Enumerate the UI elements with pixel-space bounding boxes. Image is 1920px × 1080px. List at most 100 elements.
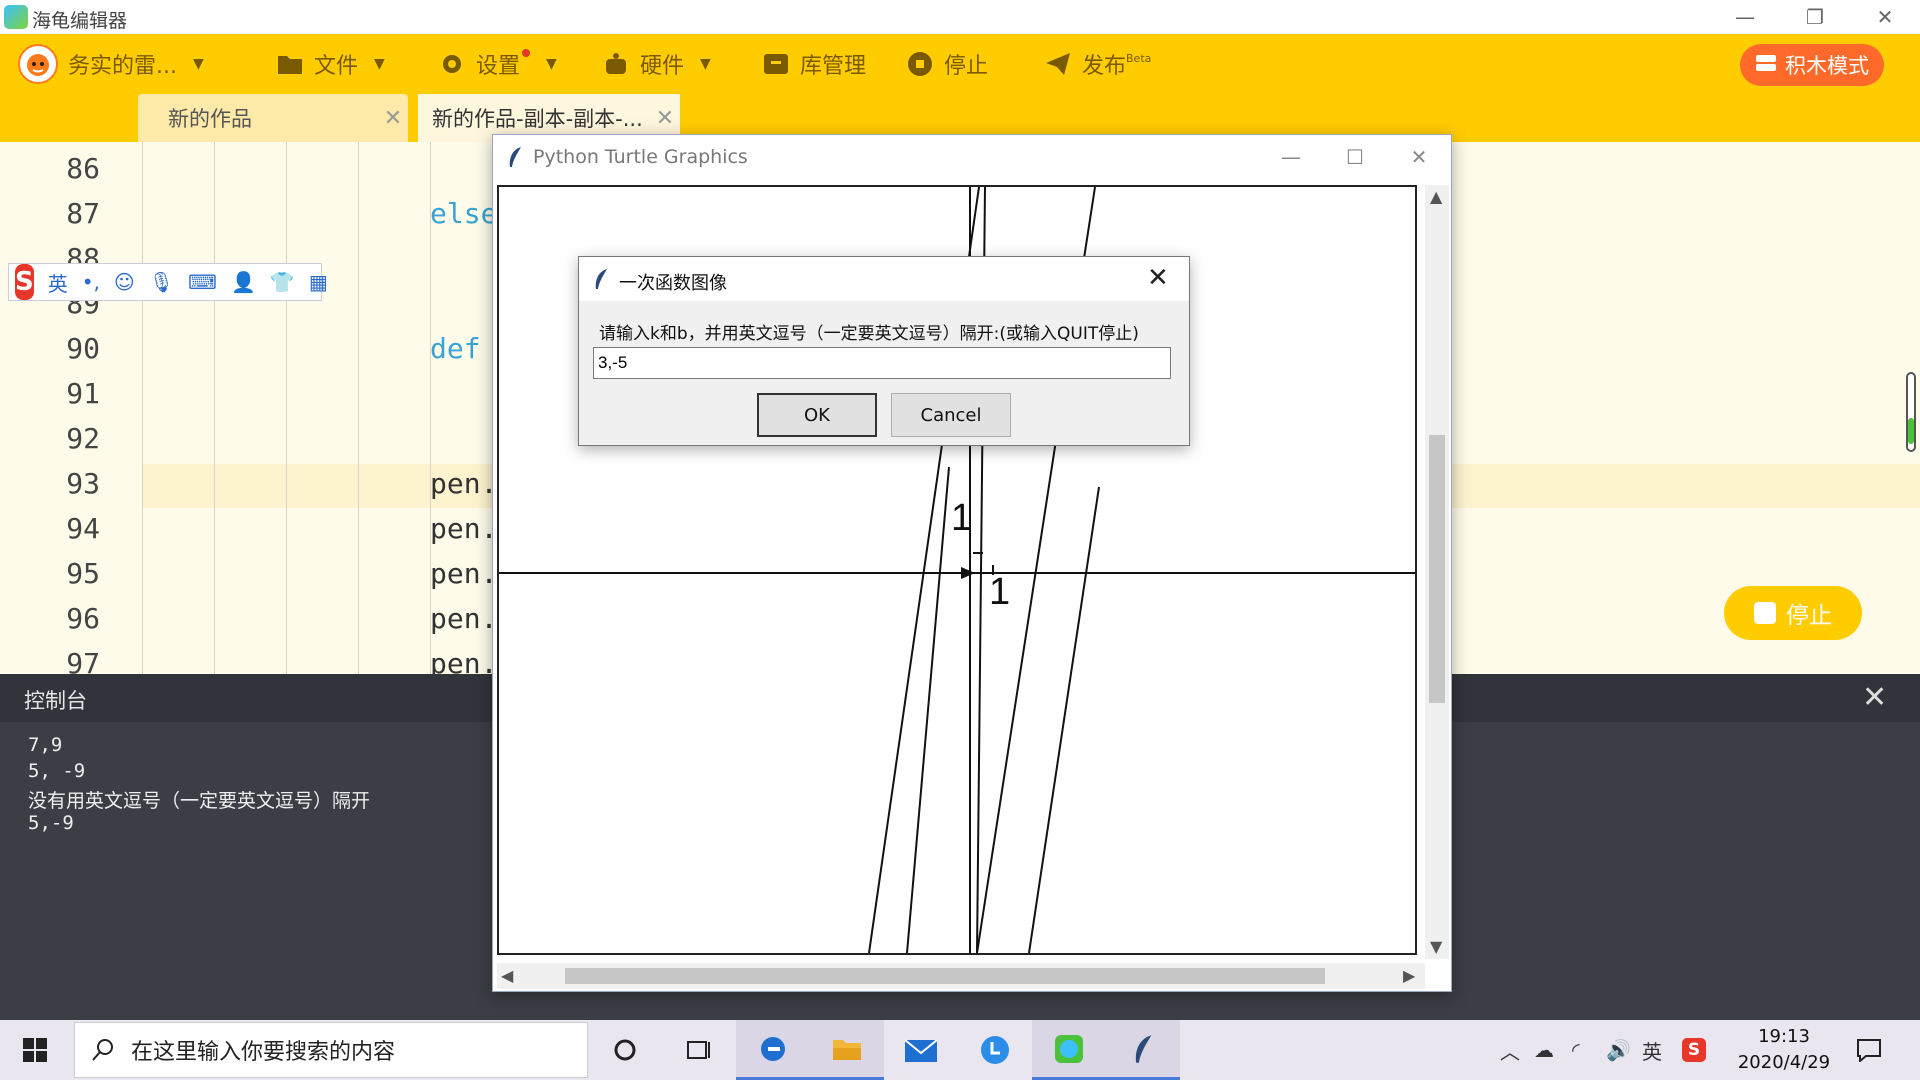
code-line: else: [430, 197, 498, 230]
turtle-window-title: Python Turtle Graphics: [533, 146, 748, 168]
floating-stop-label: 停止: [1786, 603, 1832, 629]
mail-icon[interactable]: [884, 1020, 958, 1080]
console-line: 5,-9: [28, 812, 74, 834]
line-number: 97: [66, 647, 100, 674]
notification-dot: [522, 49, 531, 57]
cortana-icon[interactable]: [588, 1020, 662, 1080]
console-title: 控制台: [24, 689, 87, 713]
system-clock[interactable]: 19:13 2020/4/29: [1724, 1024, 1844, 1076]
start-button[interactable]: [0, 1020, 70, 1080]
gear-icon: [438, 50, 466, 78]
line-number: 90: [66, 332, 100, 365]
scroll-indicator: [1908, 418, 1914, 444]
line-number: 87: [66, 197, 100, 230]
python-feather-icon[interactable]: [1106, 1020, 1180, 1080]
indent-guide: [358, 142, 359, 674]
chevron-down-icon: ▼: [700, 56, 711, 72]
maximize-button[interactable]: ☐: [1323, 135, 1387, 179]
box-icon: [762, 50, 790, 78]
ime-punct[interactable]: •,: [82, 270, 100, 294]
turtle-editor-icon[interactable]: [1032, 1020, 1106, 1080]
cancel-button[interactable]: Cancel: [891, 393, 1011, 437]
publish-button-label: 发布: [1082, 54, 1127, 79]
onedrive-icon[interactable]: ☁: [1534, 1020, 1554, 1080]
scroll-up-icon[interactable]: ▲: [1430, 187, 1442, 206]
stop-button-label: 停止: [944, 54, 989, 79]
stop-button[interactable]: 停止: [906, 34, 988, 94]
ime-toolbar[interactable]: S 英 •, ☺ 🎙 ⌨ 👤 👕 ▦: [8, 263, 328, 301]
turtle-cursor: [961, 567, 975, 579]
console-line: 没有用英文逗号（一定要英文逗号）隔开: [28, 790, 371, 812]
app-title: 海龟编辑器: [32, 10, 128, 32]
tab-new-work[interactable]: 新的作品 ✕: [138, 94, 408, 142]
feather-icon: [593, 268, 609, 294]
task-view-icon[interactable]: [662, 1020, 736, 1080]
keyboard-icon[interactable]: ⌨: [188, 270, 217, 294]
clock-app-icon[interactable]: [958, 1020, 1032, 1080]
restore-button[interactable]: ❐: [1780, 0, 1850, 34]
library-button[interactable]: 库管理: [762, 34, 866, 94]
clock-time: 19:13: [1758, 1026, 1810, 1047]
close-button[interactable]: ✕: [1387, 135, 1451, 179]
sogou-tray-icon[interactable]: S: [1682, 1020, 1706, 1080]
scroll-thumb[interactable]: [1429, 435, 1445, 703]
line-number: 86: [66, 152, 100, 185]
stop-icon: [1754, 602, 1776, 624]
user-icon[interactable]: 👤: [231, 270, 256, 294]
dialog-title-bar: 一次函数图像 ✕: [579, 257, 1189, 301]
close-console-icon[interactable]: ✕: [1862, 680, 1887, 715]
ok-button[interactable]: OK: [757, 393, 877, 437]
horizontal-scrollbar[interactable]: ◀ ▶: [497, 963, 1425, 989]
close-tab-icon[interactable]: ✕: [650, 106, 680, 131]
taskbar-search[interactable]: 在这里输入你要搜索的内容: [74, 1022, 588, 1078]
publish-button[interactable]: 发布 Beta: [1044, 34, 1151, 94]
code-line: pen.: [430, 647, 498, 674]
ime-mode[interactable]: 英: [48, 268, 68, 297]
emoji-icon[interactable]: ☺: [114, 270, 135, 294]
kb-input[interactable]: [593, 347, 1171, 379]
indent-guide: [142, 142, 143, 674]
notification-center-icon[interactable]: [1856, 1020, 1882, 1080]
volume-icon[interactable]: 🔊: [1606, 1020, 1631, 1080]
graph-line: [1028, 486, 1100, 953]
vertical-scrollbar[interactable]: ▲ ▼: [1425, 185, 1449, 959]
settings-menu[interactable]: 设置 ▼: [438, 34, 557, 94]
skin-icon[interactable]: 👕: [270, 270, 295, 294]
scroll-left-icon[interactable]: ◀: [501, 966, 513, 985]
close-dialog-icon[interactable]: ✕: [1147, 263, 1169, 293]
minimize-button[interactable]: —: [1710, 0, 1780, 34]
dialog-prompt: 请输入k和b，并用英文逗号（一定要英文逗号）隔开:(或输入QUIT停止): [599, 324, 1139, 344]
clock-date: 2020/4/29: [1737, 1052, 1831, 1073]
blocks-icon: [1755, 53, 1777, 78]
scroll-thumb[interactable]: [565, 968, 1325, 984]
minimize-button[interactable]: —: [1259, 135, 1323, 179]
turtle-title-bar: Python Turtle Graphics — ☐ ✕: [493, 135, 1451, 179]
user-menu[interactable]: 务实的雷... ▼: [18, 34, 204, 94]
tray-expand-icon[interactable]: ︿: [1500, 1020, 1520, 1080]
stop-icon: [906, 50, 934, 78]
floating-stop-button[interactable]: 停止: [1724, 586, 1862, 640]
robot-icon: [602, 50, 630, 78]
file-menu[interactable]: 文件 ▼: [276, 34, 385, 94]
dialog-title: 一次函数图像: [619, 273, 727, 294]
block-mode-button[interactable]: 积木模式: [1740, 44, 1884, 86]
code-line: pen.: [430, 557, 498, 590]
close-button[interactable]: ✕: [1850, 0, 1920, 34]
scroll-down-icon[interactable]: ▼: [1430, 937, 1442, 956]
line-number: 94: [66, 512, 100, 545]
windows-taskbar: 在这里输入你要搜索的内容 ︿ ☁ ◜ 🔊 英 S 19:13 2020/4/29: [0, 1020, 1920, 1080]
app-logo-icon: [4, 5, 28, 29]
hardware-menu[interactable]: 硬件 ▼: [602, 34, 711, 94]
edge-browser-icon[interactable]: [736, 1020, 810, 1080]
wifi-icon[interactable]: ◜: [1572, 1020, 1580, 1080]
library-button-label: 库管理: [800, 54, 867, 79]
file-explorer-icon[interactable]: [810, 1020, 884, 1080]
scroll-right-icon[interactable]: ▶: [1403, 966, 1415, 985]
ime-tray-indicator[interactable]: 英: [1642, 1020, 1662, 1080]
minimap-scrollbar[interactable]: [1906, 372, 1916, 452]
code-line: def: [430, 332, 481, 365]
grid-icon[interactable]: ▦: [309, 270, 328, 294]
microphone-icon[interactable]: 🎙: [149, 270, 174, 294]
close-tab-icon[interactable]: ✕: [378, 106, 408, 131]
line-number: 93: [66, 467, 100, 500]
